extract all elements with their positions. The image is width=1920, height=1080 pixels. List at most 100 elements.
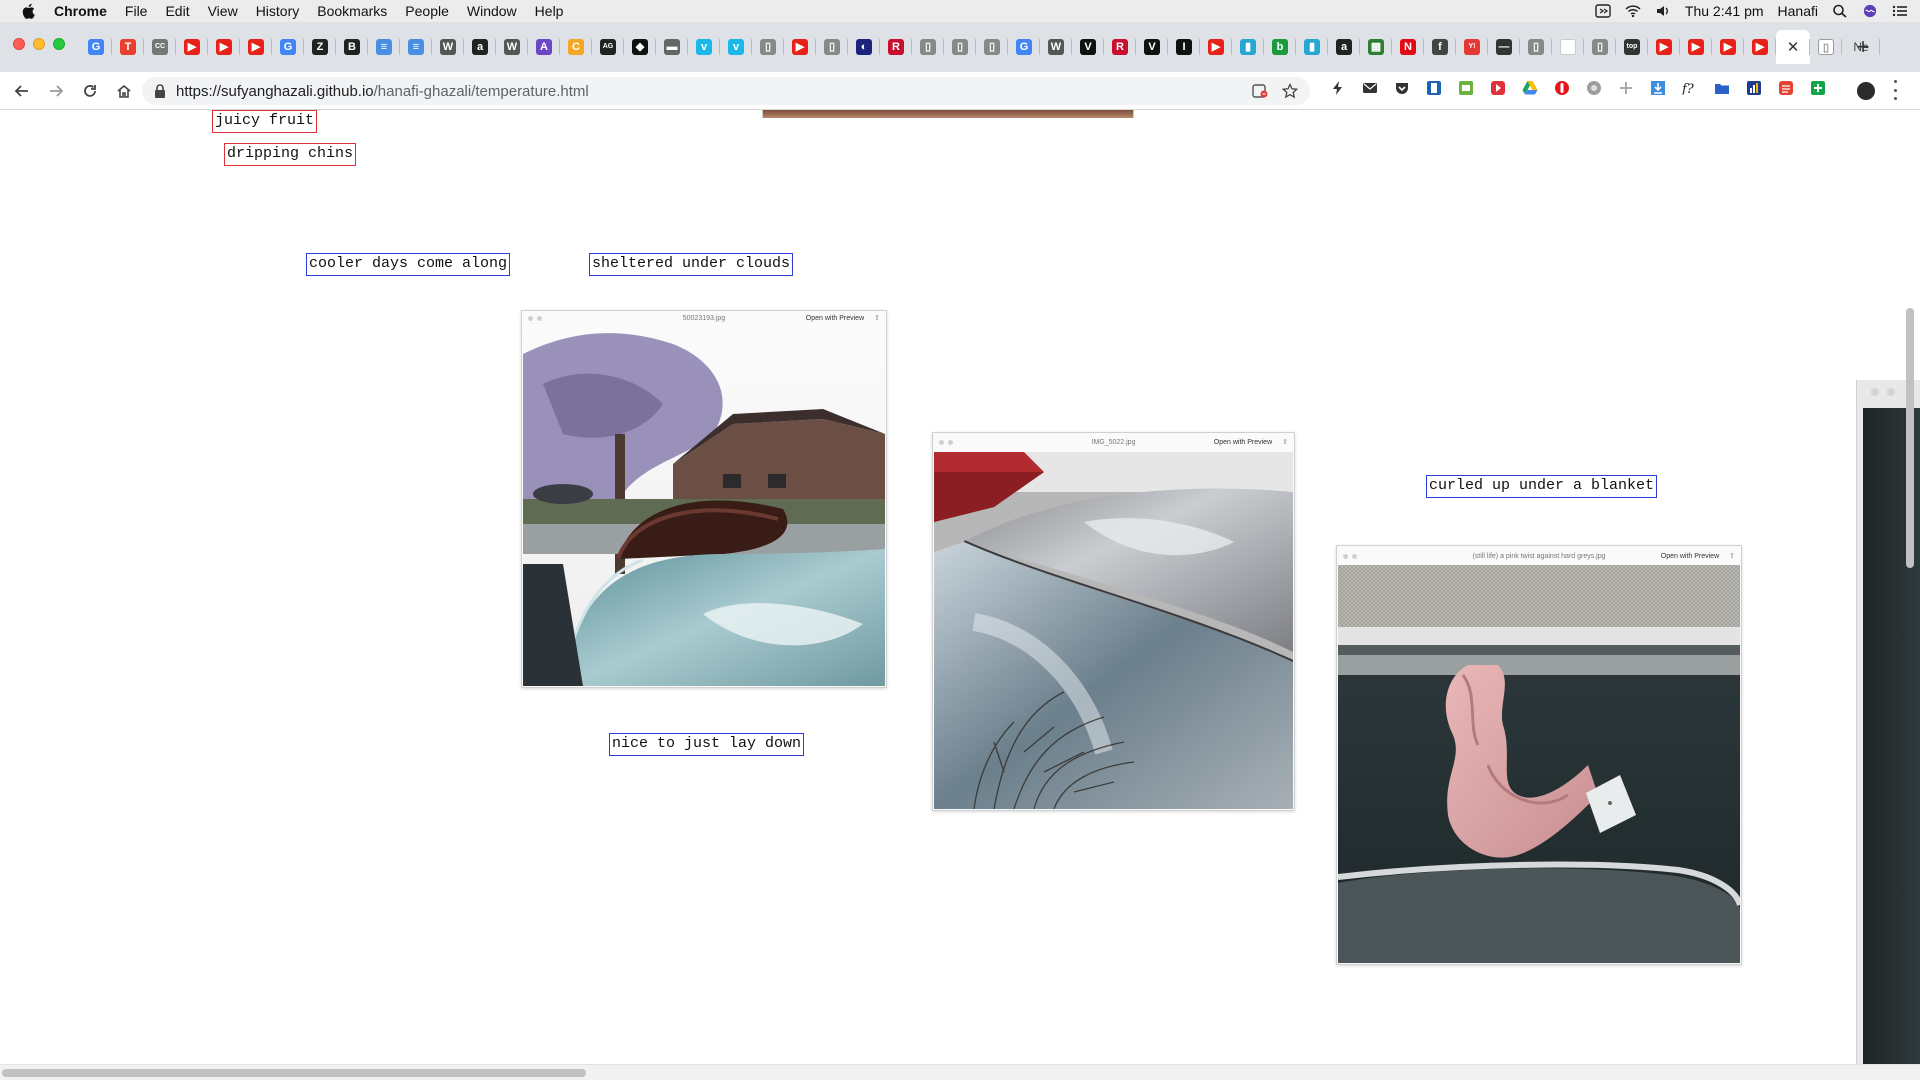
close-tab-icon[interactable]: ✕ xyxy=(1787,38,1800,56)
tab-29[interactable]: G xyxy=(1008,30,1040,64)
lightning-extension-icon[interactable] xyxy=(1330,80,1346,96)
menu-history[interactable]: History xyxy=(256,3,300,19)
bookmark-star-icon[interactable] xyxy=(1282,83,1298,99)
tab-39[interactable]: a xyxy=(1328,30,1360,64)
green-plus-extension-icon[interactable] xyxy=(1810,80,1826,96)
tab-38[interactable]: ▮ xyxy=(1296,30,1328,64)
horizontal-scrollbar[interactable] xyxy=(2,1069,586,1077)
window-maximize-button[interactable] xyxy=(53,38,65,50)
tab-19[interactable]: v xyxy=(688,30,720,64)
tab-page[interactable]: ▯ xyxy=(1810,30,1842,64)
adblock-extension-icon[interactable] xyxy=(1554,80,1570,96)
tab-active[interactable]: ✕ xyxy=(1776,30,1810,64)
chrome-menu-button[interactable] xyxy=(1892,80,1898,100)
tab-48[interactable]: top xyxy=(1616,30,1648,64)
lock-icon[interactable] xyxy=(154,84,166,98)
menu-view[interactable]: View xyxy=(208,3,238,19)
tab-5[interactable]: ▶ xyxy=(240,30,272,64)
window-close-button[interactable] xyxy=(13,38,25,50)
wifi-icon[interactable] xyxy=(1625,4,1641,18)
tab-32[interactable]: R xyxy=(1104,30,1136,64)
tab-16[interactable]: AG xyxy=(592,30,624,64)
apple-icon[interactable] xyxy=(20,2,38,20)
tab-47[interactable]: ▯ xyxy=(1584,30,1616,64)
plus-extension-icon[interactable] xyxy=(1618,80,1634,96)
chart-extension-icon[interactable] xyxy=(1746,80,1762,96)
tab-22[interactable]: ▶ xyxy=(784,30,816,64)
tab-26[interactable]: ▯ xyxy=(912,30,944,64)
address-bar[interactable]: https://sufyanghazali.github.io/hanafi-g… xyxy=(142,77,1310,105)
tab-34[interactable]: I xyxy=(1168,30,1200,64)
tab-14[interactable]: A xyxy=(528,30,560,64)
download-extension-icon[interactable] xyxy=(1650,80,1666,96)
tab-27[interactable]: ▯ xyxy=(944,30,976,64)
menu-app-chrome[interactable]: Chrome xyxy=(54,3,107,19)
tab-33[interactable]: V xyxy=(1136,30,1168,64)
tab-0[interactable]: G xyxy=(80,30,112,64)
profile-avatar[interactable] xyxy=(1857,82,1875,100)
tab-42[interactable]: f xyxy=(1424,30,1456,64)
pocket-extension-icon[interactable] xyxy=(1394,80,1410,96)
tab-44[interactable]: — xyxy=(1488,30,1520,64)
tab-31[interactable]: V xyxy=(1072,30,1104,64)
tab-30[interactable]: W xyxy=(1040,30,1072,64)
tab-17[interactable]: ◆ xyxy=(624,30,656,64)
image-window-3[interactable]: (still life) a pink twist against hard g… xyxy=(1336,545,1742,965)
image-window-2[interactable]: IMG_5022.jpg Open with Preview ⇧ xyxy=(932,432,1295,811)
spotlight-search-icon[interactable] xyxy=(1832,4,1848,18)
tab-4[interactable]: ▶ xyxy=(208,30,240,64)
menu-window[interactable]: Window xyxy=(467,3,517,19)
tab-11[interactable]: W xyxy=(432,30,464,64)
tab-7[interactable]: Z xyxy=(304,30,336,64)
tab-23[interactable]: ▯ xyxy=(816,30,848,64)
tab-50[interactable]: ▶ xyxy=(1680,30,1712,64)
tab-28[interactable]: ▯ xyxy=(976,30,1008,64)
tab-1[interactable]: T xyxy=(112,30,144,64)
tab-3[interactable]: ▶ xyxy=(176,30,208,64)
new-tab-button[interactable]: + xyxy=(1848,30,1878,64)
notification-center-icon[interactable] xyxy=(1892,4,1908,18)
bookmark-manager-extension-icon[interactable] xyxy=(1426,80,1442,96)
volume-icon[interactable] xyxy=(1655,4,1671,18)
siri-icon[interactable] xyxy=(1862,4,1878,18)
red-play-extension-icon[interactable] xyxy=(1490,80,1506,96)
todoist-extension-icon[interactable] xyxy=(1778,80,1794,96)
reload-button[interactable] xyxy=(76,77,104,105)
tab-21[interactable]: ▯ xyxy=(752,30,784,64)
clock[interactable]: Thu 2:41 pm xyxy=(1685,3,1764,19)
tab-2[interactable]: CC xyxy=(144,30,176,64)
tab-49[interactable]: ▶ xyxy=(1648,30,1680,64)
google-drive-extension-icon[interactable] xyxy=(1522,80,1538,96)
window-minimize-button[interactable] xyxy=(33,38,45,50)
tab-24[interactable]: ◐ xyxy=(848,30,880,64)
tab-8[interactable]: B xyxy=(336,30,368,64)
green-extension-icon[interactable] xyxy=(1458,80,1474,96)
tab-40[interactable]: ▦ xyxy=(1360,30,1392,64)
vertical-scrollbar[interactable] xyxy=(1906,308,1914,568)
tab-41[interactable]: N xyxy=(1392,30,1424,64)
tab-52[interactable]: ▶ xyxy=(1744,30,1776,64)
whatfont-extension-icon[interactable]: f? xyxy=(1682,80,1698,96)
user-name[interactable]: Hanafi xyxy=(1778,3,1818,19)
back-button[interactable] xyxy=(8,77,36,105)
tab-46[interactable] xyxy=(1552,30,1584,64)
screen-share-icon[interactable] xyxy=(1595,4,1611,18)
tab-6[interactable]: G xyxy=(272,30,304,64)
tab-51[interactable]: ▶ xyxy=(1712,30,1744,64)
tab-9[interactable]: ≡ xyxy=(368,30,400,64)
image-window-1[interactable]: 50023193.jpg Open with Preview ⇧ xyxy=(521,310,887,688)
menu-bookmarks[interactable]: Bookmarks xyxy=(317,3,387,19)
tab-37[interactable]: b xyxy=(1264,30,1296,64)
tab-35[interactable]: ▶ xyxy=(1200,30,1232,64)
tab-10[interactable]: ≡ xyxy=(400,30,432,64)
mail-extension-icon[interactable] xyxy=(1362,80,1378,96)
tab-36[interactable]: ▮ xyxy=(1232,30,1264,64)
tab-12[interactable]: a xyxy=(464,30,496,64)
blocked-content-icon[interactable] xyxy=(1252,83,1268,99)
menu-file[interactable]: File xyxy=(125,3,148,19)
tab-25[interactable]: R xyxy=(880,30,912,64)
globe-extension-icon[interactable] xyxy=(1586,80,1602,96)
tab-20[interactable]: v xyxy=(720,30,752,64)
tab-43[interactable]: Y! xyxy=(1456,30,1488,64)
menu-help[interactable]: Help xyxy=(535,3,564,19)
